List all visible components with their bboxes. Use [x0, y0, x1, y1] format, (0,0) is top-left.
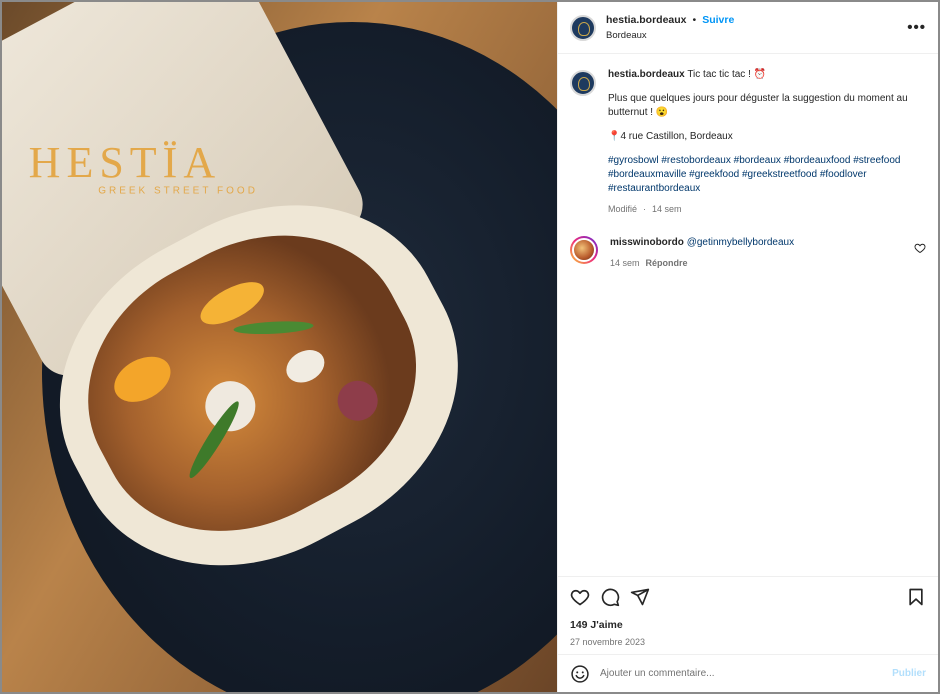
squash-piece — [106, 347, 179, 412]
comment-body: misswinobordo @getinmybellybordeaux 14 s… — [610, 236, 906, 270]
avatar[interactable] — [570, 14, 596, 41]
comment-row: misswinobordo @getinmybellybordeaux 14 s… — [570, 236, 926, 270]
location-link[interactable]: Bordeaux — [606, 30, 907, 41]
comment-line: misswinobordo @getinmybellybordeaux — [610, 236, 906, 250]
hashtag-link[interactable]: #bordeauxmaville — [608, 169, 686, 180]
comment-time[interactable]: 14 sem — [610, 256, 640, 270]
comment-input[interactable] — [600, 668, 893, 679]
hashtag-list: #gyrosbowl #restobordeaux #bordeaux #bor… — [608, 154, 926, 196]
hashtag-link[interactable]: #bordeauxfood — [784, 155, 851, 166]
post-header: hestia.bordeaux • Suivre Bordeaux ••• — [558, 2, 938, 54]
hashtag-link[interactable]: #greekfood — [689, 169, 739, 180]
separator-dot: • — [692, 14, 697, 26]
caption-body: hestia.bordeaux Tic tac tic tac ! ⏰ Plus… — [608, 68, 926, 216]
pomegranate — [330, 373, 385, 428]
post-dialog: HESTÏA GREEK STREET FOOD hestia.bordeaux — [0, 0, 940, 694]
commenter-avatar[interactable] — [570, 236, 598, 264]
commenter-username[interactable]: misswinobordo — [610, 237, 684, 248]
feta-piece — [280, 343, 331, 389]
comments-section: hestia.bordeaux Tic tac tic tac ! ⏰ Plus… — [558, 54, 938, 576]
header-line: hestia.bordeaux • Suivre — [606, 14, 907, 26]
hashtag-link[interactable]: #gyrosbowl — [608, 155, 659, 166]
likes-count[interactable]: 149 J'aime — [570, 619, 926, 631]
caption-time[interactable]: 14 sem — [652, 202, 682, 216]
avatar[interactable] — [570, 70, 596, 96]
herb-leaf — [233, 319, 314, 336]
publish-button[interactable]: Publier — [892, 668, 926, 679]
post-date[interactable]: 27 novembre 2023 — [570, 637, 926, 647]
post-actions: 149 J'aime 27 novembre 2023 — [558, 576, 938, 654]
caption-row: hestia.bordeaux Tic tac tic tac ! ⏰ Plus… — [570, 68, 926, 216]
caption-username[interactable]: hestia.bordeaux — [608, 69, 685, 80]
caption-meta: Modifié · 14 sem — [608, 202, 926, 216]
post-side-panel: hestia.bordeaux • Suivre Bordeaux ••• he… — [557, 2, 938, 692]
like-heart-icon[interactable] — [570, 587, 590, 607]
header-text: hestia.bordeaux • Suivre Bordeaux — [606, 14, 907, 41]
hashtag-link[interactable]: #bordeaux — [734, 155, 781, 166]
caption-text: Tic tac tic tac ! ⏰ — [687, 69, 767, 80]
comment-like-heart-icon[interactable] — [914, 242, 926, 254]
share-send-icon[interactable] — [630, 587, 650, 607]
hashtag-link[interactable]: #streefood — [853, 155, 900, 166]
paper-subtitle: GREEK STREET FOOD — [98, 185, 258, 197]
edited-label: Modifié — [608, 204, 638, 214]
save-bookmark-icon[interactable] — [906, 587, 926, 607]
hashtag-link[interactable]: #foodlover — [820, 169, 867, 180]
username-link[interactable]: hestia.bordeaux — [606, 14, 687, 26]
hashtag-link[interactable]: #restobordeaux — [661, 155, 731, 166]
caption-paragraph: Plus que quelques jours pour déguster la… — [608, 93, 908, 118]
comment-bubble-icon[interactable] — [600, 587, 620, 607]
comment-meta: 14 sem Répondre — [610, 256, 906, 270]
caption-address: 📍4 rue Castillon, Bordeaux — [608, 131, 733, 142]
action-icons — [570, 587, 926, 607]
hashtag-link[interactable]: #restaurantbordeaux — [608, 183, 700, 194]
meta-separator: · — [643, 204, 647, 214]
comment-mention[interactable]: @getinmybellybordeaux — [687, 237, 794, 248]
caption-first-line: hestia.bordeaux Tic tac tic tac ! ⏰ — [608, 68, 926, 82]
reply-button[interactable]: Répondre — [646, 256, 688, 270]
hashtag-link[interactable]: #greekstreetfood — [742, 169, 817, 180]
paper-logo: HESTÏA — [28, 138, 222, 188]
more-options-icon[interactable]: ••• — [907, 19, 926, 36]
post-photo[interactable]: HESTÏA GREEK STREET FOOD — [2, 2, 557, 692]
add-comment-bar: Publier — [558, 654, 938, 692]
follow-button[interactable]: Suivre — [702, 14, 734, 26]
emoji-smiley-icon[interactable] — [570, 664, 590, 684]
